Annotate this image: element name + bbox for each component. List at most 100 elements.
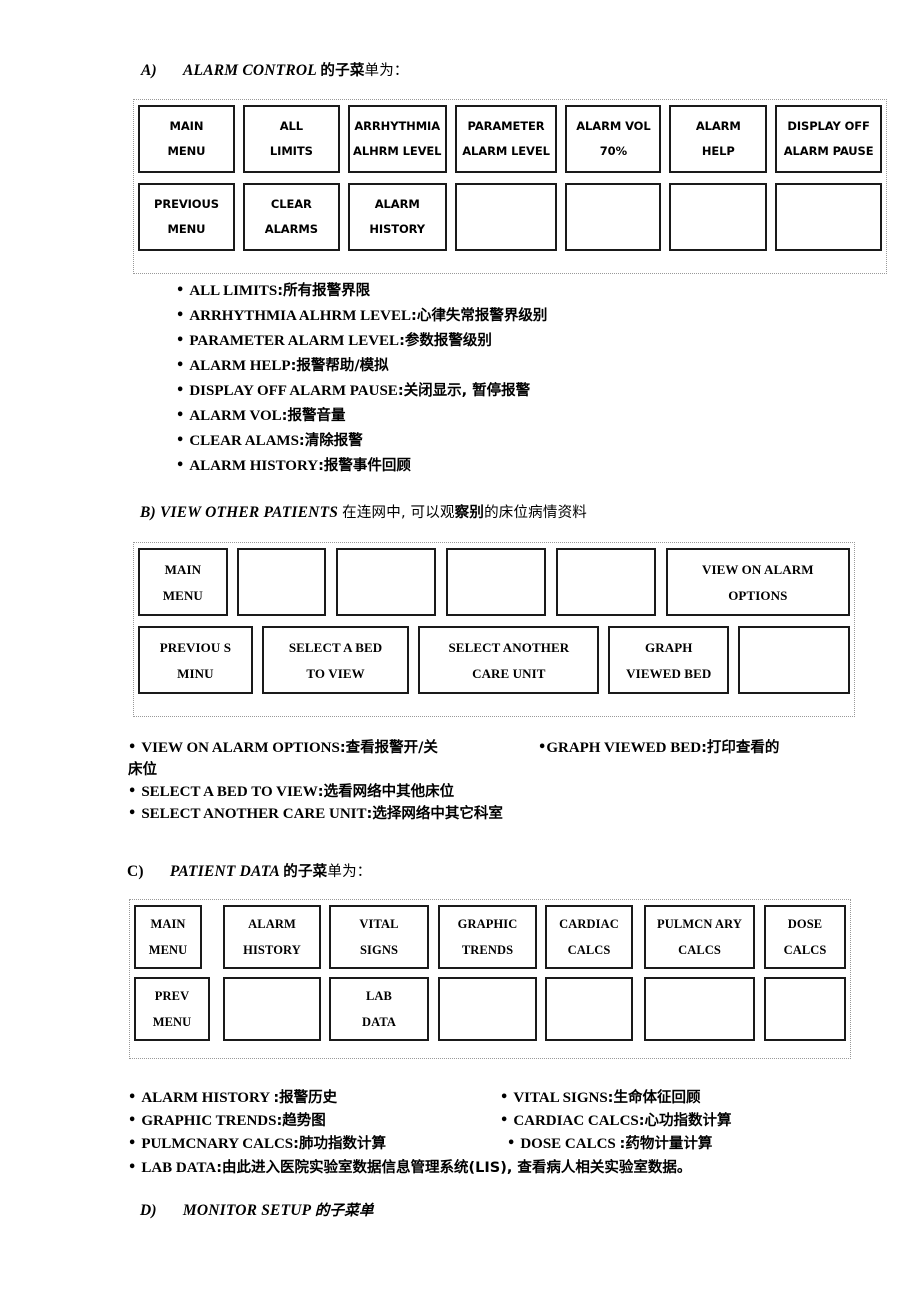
menu-button-cardiac-calcs[interactable]: CARDIAC CALCS	[545, 905, 633, 969]
menu-button-all-limits[interactable]: ALL LIMITS	[242, 105, 340, 173]
menu-button-clear-alarms[interactable]: CLEAR ALARMS	[242, 183, 340, 251]
menu-button-dose-calcs[interactable]: DOSE CALCS	[764, 905, 846, 969]
list-item: • ALARM HELP:报警帮助/模拟	[176, 359, 547, 374]
list-item-term: GRAPHIC TRENDS	[141, 1113, 277, 1129]
button-line-1: ALL	[279, 119, 303, 133]
button-line-2: MENU	[162, 587, 203, 603]
section-b-suffix-cn3: 的床位病情资料	[484, 505, 587, 521]
bullet-icon: •	[176, 433, 185, 448]
bullet-icon: •	[176, 458, 185, 473]
menu-button-alarm-history[interactable]: ALARM HISTORY	[347, 183, 447, 251]
menu-button-empty-1[interactable]	[236, 548, 327, 616]
menu-button-view-on-alarm-options[interactable]: VIEW ON ALARM OPTIONS	[665, 548, 851, 616]
button-line-2: CALCS	[783, 942, 827, 957]
menu-button-empty-4[interactable]	[775, 183, 882, 251]
bullet-icon: •	[128, 783, 137, 799]
button-line-1: ALARM	[695, 119, 741, 133]
menu-button-previous-menu[interactable]: PREVIOU S MINU	[138, 626, 253, 694]
list-item-desc: :生命体征回顾	[607, 1090, 701, 1106]
section-b-suffix-cn2: 察别	[454, 505, 485, 521]
button-line-1: CARDIAC	[559, 917, 619, 931]
list-item: • DOSE CALCS :药物计量计算	[500, 1137, 732, 1152]
button-line-1: PARAMETER	[467, 119, 545, 133]
list-item-term: PARAMETER ALARM LEVEL	[189, 333, 400, 349]
section-a-suffix-cn2: 单为：	[364, 63, 409, 79]
section-b-marker: B)	[140, 504, 156, 521]
section-d-marker: D)	[140, 1202, 157, 1219]
menu-button-alarm-vol[interactable]: ALARM VOL 70%	[565, 105, 662, 173]
list-item-desc: :报警历史	[273, 1090, 338, 1106]
list-item: • GRAPHIC TRENDS:趋势图	[128, 1114, 386, 1129]
button-line-2: CALCS	[567, 942, 611, 957]
button-line-1: ARRHYTHMIA	[354, 119, 441, 133]
menu-button-display-off-alarm-pause[interactable]: DISPLAY OFF ALARM PAUSE	[775, 105, 882, 173]
menu-button-alarm-history[interactable]: ALARM HISTORY	[223, 905, 321, 969]
menu-button-arrhythmia-alhrm-level[interactable]: ARRHYTHMIA ALHRM LEVEL	[347, 105, 447, 173]
list-item-term: ALARM HELP	[189, 358, 291, 374]
list-item-continuation: 床位	[128, 762, 157, 778]
list-item-desc: :打印查看的	[701, 740, 780, 756]
menu-button-empty-2[interactable]	[438, 977, 537, 1041]
menu-button-prev-menu[interactable]: PREV MENU	[134, 977, 210, 1041]
button-line-1: PREV	[154, 989, 190, 1003]
menu-button-graph-viewed-bed[interactable]: GRAPH VIEWED BED	[608, 626, 730, 694]
bullet-icon: •	[507, 1136, 516, 1151]
alarm-vol-value: 70%	[599, 143, 628, 158]
list-item-desc: :由此进入医院实验室数据信息管理系统(LIS), 查看病人相关实验室数据。	[216, 1160, 692, 1176]
menu-button-parameter-alarm-level[interactable]: PARAMETER ALARM LEVEL	[454, 105, 558, 173]
button-line-2: ALARM PAUSE	[783, 143, 874, 158]
list-item-term: DOSE CALCS	[520, 1136, 620, 1152]
button-line-2: TO VIEW	[306, 665, 365, 681]
menu-button-select-another-care-unit[interactable]: SELECT ANOTHER CARE UNIT	[418, 626, 600, 694]
menu-button-select-a-bed-to-view[interactable]: SELECT A BED TO VIEW	[261, 626, 410, 694]
menu-button-empty-4[interactable]	[644, 977, 755, 1041]
view-other-patients-menu-table: MAIN MENU VIEW ON ALARM OPTIONS PREVIOU …	[133, 542, 855, 717]
section-c-suffix-cn: 的子菜	[283, 864, 328, 880]
list-item-desc: :心功指数计算	[638, 1113, 732, 1129]
list-item: • SELECT ANOTHER CARE UNIT:选择网络中其它科室	[128, 806, 503, 822]
button-line-1: PULMCN ARY	[657, 917, 742, 931]
list-item-term: ALL LIMITS	[189, 283, 278, 299]
menu-button-empty-3[interactable]	[545, 977, 633, 1041]
button-line-1: VITAL	[359, 917, 399, 931]
menu-button-empty-2[interactable]	[565, 183, 662, 251]
list-item-desc: :肺功指数计算	[293, 1136, 386, 1152]
button-line-2: DATA	[362, 1014, 396, 1029]
button-line-1: LAB	[365, 989, 392, 1003]
menu-button-empty-3[interactable]	[669, 183, 768, 251]
button-line-2: CARE UNIT	[472, 665, 546, 681]
menu-button-empty-4[interactable]	[555, 548, 656, 616]
menu-button-vital-signs[interactable]: VITAL SIGNS	[329, 905, 429, 969]
menu-button-empty-3[interactable]	[446, 548, 546, 616]
menu-button-empty-1[interactable]	[223, 977, 321, 1041]
list-item: • CLEAR ALAMS:清除报警	[176, 434, 547, 449]
list-item-term: VIEW ON ALARM OPTIONS	[141, 740, 340, 756]
button-line-1: GRAPHIC	[457, 917, 518, 931]
section-b-heading: B) VIEW OTHER PATIENTS 在连网中, 可以观察别的床位病情资…	[140, 501, 587, 522]
menu-button-main-menu[interactable]: MAIN MENU	[138, 105, 235, 173]
menu-button-empty-1[interactable]	[454, 183, 558, 251]
list-item: • ALL LIMITS:所有报警界限	[176, 284, 547, 299]
menu-button-pulmonary-calcs[interactable]: PULMCN ARY CALCS	[644, 905, 755, 969]
menu-button-empty-5[interactable]	[764, 977, 846, 1041]
list-item-term: ALARM HISTORY	[189, 458, 319, 474]
button-line-2: MENU	[167, 143, 206, 158]
menu-button-graphic-trends[interactable]: GRAPHIC TRENDS	[438, 905, 537, 969]
menu-button-alarm-help[interactable]: ALARM HELP	[669, 105, 768, 173]
section-d-heading: D) MONITOR SETUP 的子菜单	[140, 1199, 374, 1220]
bullet-icon: •	[128, 1113, 137, 1128]
menu-button-previous-menu[interactable]: PREVIOUS MENU	[138, 183, 235, 251]
menu-button-main-menu[interactable]: MAIN MENU	[138, 548, 228, 616]
patient-data-bullet-list-right: • VITAL SIGNS:生命体征回顾 • CARDIAC CALCS:心功指数计…	[500, 1091, 732, 1160]
list-item-desc: :所有报警界限	[277, 283, 371, 299]
button-line-1: MAIN	[164, 561, 202, 577]
list-item-term: ARRHYTHMIA ALHRM LEVEL	[189, 308, 412, 324]
menu-button-empty-2[interactable]	[336, 548, 437, 616]
patient-data-bullet-lab-data: • LAB DATA:由此进入医院实验室数据信息管理系统(LIS), 查看病人相关…	[128, 1161, 691, 1186]
list-item-desc: :报警音量	[281, 408, 346, 424]
button-line-1: ALARM VOL	[576, 119, 651, 133]
menu-button-empty-5[interactable]	[738, 626, 850, 694]
menu-button-lab-data[interactable]: LAB DATA	[329, 977, 429, 1041]
button-line-2: ALHRM LEVEL	[353, 143, 442, 158]
menu-button-main-menu[interactable]: MAIN MENU	[134, 905, 202, 969]
